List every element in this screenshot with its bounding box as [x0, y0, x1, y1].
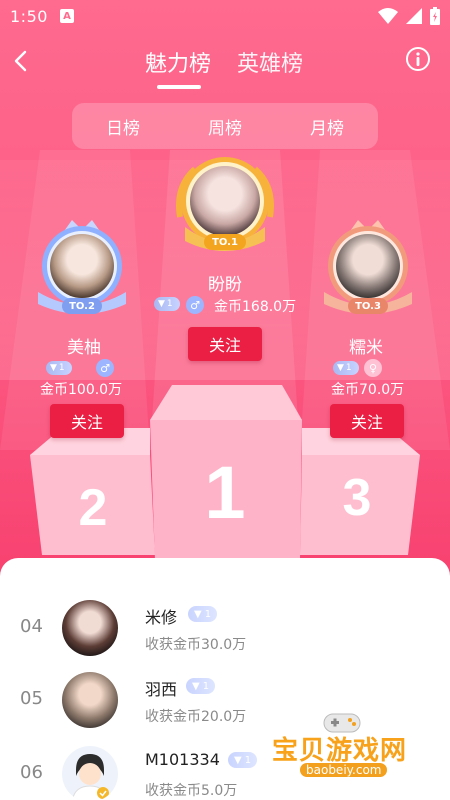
back-arrow-icon[interactable] [10, 48, 34, 74]
rank-tag-second: TO.2 [62, 298, 102, 314]
rank-tag-third: TO.3 [348, 298, 388, 314]
level-badge-first: ▼ 1 [154, 297, 180, 311]
avatar-second[interactable] [50, 234, 114, 298]
active-tab-indicator [157, 85, 201, 89]
level-badge: ▼ 1 [228, 752, 258, 768]
header: 魅力榜 英雄榜 [0, 40, 450, 89]
rank-tag-first: TO.1 [204, 234, 246, 250]
level-badge-third: ▼ 1 [333, 361, 359, 375]
female-gender-icon: ♀ [364, 359, 382, 377]
row-name: 米修 [145, 608, 178, 627]
avatar-first[interactable] [190, 166, 260, 236]
row-coins: 收获金币30.0万 [145, 637, 247, 653]
level-down-icon: ▼ [234, 754, 242, 766]
avatar[interactable] [62, 600, 118, 656]
level-badge: ▼ 1 [188, 606, 218, 622]
podium-number-2: 2 [79, 479, 108, 537]
level-down-icon: ▼ [192, 680, 200, 692]
info-icon[interactable] [405, 46, 431, 72]
period-weekly[interactable]: 周榜 [194, 114, 256, 139]
level-down-icon: ▼ [50, 363, 57, 373]
avatar[interactable] [62, 672, 118, 728]
podium-number-1: 1 [204, 451, 245, 534]
row-rank: 04 [20, 616, 43, 637]
status-time: 1:50 [10, 6, 48, 26]
avatar[interactable] [62, 746, 118, 800]
wifi-icon [378, 8, 398, 24]
male-gender-icon: ♂ [96, 359, 114, 377]
tab-charm-ranking[interactable]: 魅力榜 [145, 46, 211, 78]
level-badge-second: ▼ 1 [46, 361, 72, 375]
level-badge: ▼ 1 [186, 678, 216, 694]
ranking-screen: 1:50 A 魅力榜 英雄榜 日榜 周榜 月榜 1 2 3 TO.1 盼盼 ▼ … [0, 0, 450, 800]
battery-icon [430, 7, 440, 25]
level-down-icon: ▼ [194, 608, 202, 620]
status-bar: 1:50 A [0, 0, 450, 32]
default-avatar-icon [71, 754, 109, 800]
row-rank: 06 [20, 762, 43, 783]
avatar-third[interactable] [336, 234, 400, 298]
male-gender-icon: ♂ [186, 296, 204, 314]
period-selector: 日榜 周榜 月榜 [72, 103, 378, 149]
coins-first: 金币168.0万 [214, 299, 297, 315]
row-name: M101334 [145, 750, 220, 769]
site-watermark: 宝贝游戏网 baobeiy.com [272, 708, 432, 792]
status-icons [378, 7, 440, 25]
list-item[interactable]: 04 米修 ▼ 1 收获金币30.0万 [0, 592, 450, 664]
row-rank: 05 [20, 688, 43, 709]
coins-third: 金币70.0万 [331, 382, 405, 398]
level-down-icon: ▼ [158, 299, 165, 309]
signal-icon [406, 8, 422, 24]
follow-button-second[interactable]: 关注 [50, 404, 124, 438]
follow-button-third[interactable]: 关注 [330, 404, 404, 438]
follow-button-first[interactable]: 关注 [188, 327, 262, 361]
podium-number-3: 3 [343, 469, 372, 527]
name-first: 盼盼 [208, 275, 242, 295]
app-notification-icon: A [59, 9, 74, 23]
coins-second: 金币100.0万 [40, 382, 123, 398]
period-monthly[interactable]: 月榜 [296, 114, 358, 139]
row-name: 羽西 [145, 680, 178, 699]
watermark-url: baobeiy.com [300, 763, 388, 777]
name-third: 糯米 [349, 338, 383, 358]
name-second: 美柚 [67, 338, 101, 358]
row-coins: 收获金币5.0万 [145, 783, 238, 799]
period-daily[interactable]: 日榜 [92, 114, 154, 139]
level-down-icon: ▼ [337, 363, 344, 373]
watermark-title: 宝贝游戏网 [272, 736, 408, 766]
row-coins: 收获金币20.0万 [145, 709, 247, 725]
tab-hero-ranking[interactable]: 英雄榜 [237, 46, 303, 78]
